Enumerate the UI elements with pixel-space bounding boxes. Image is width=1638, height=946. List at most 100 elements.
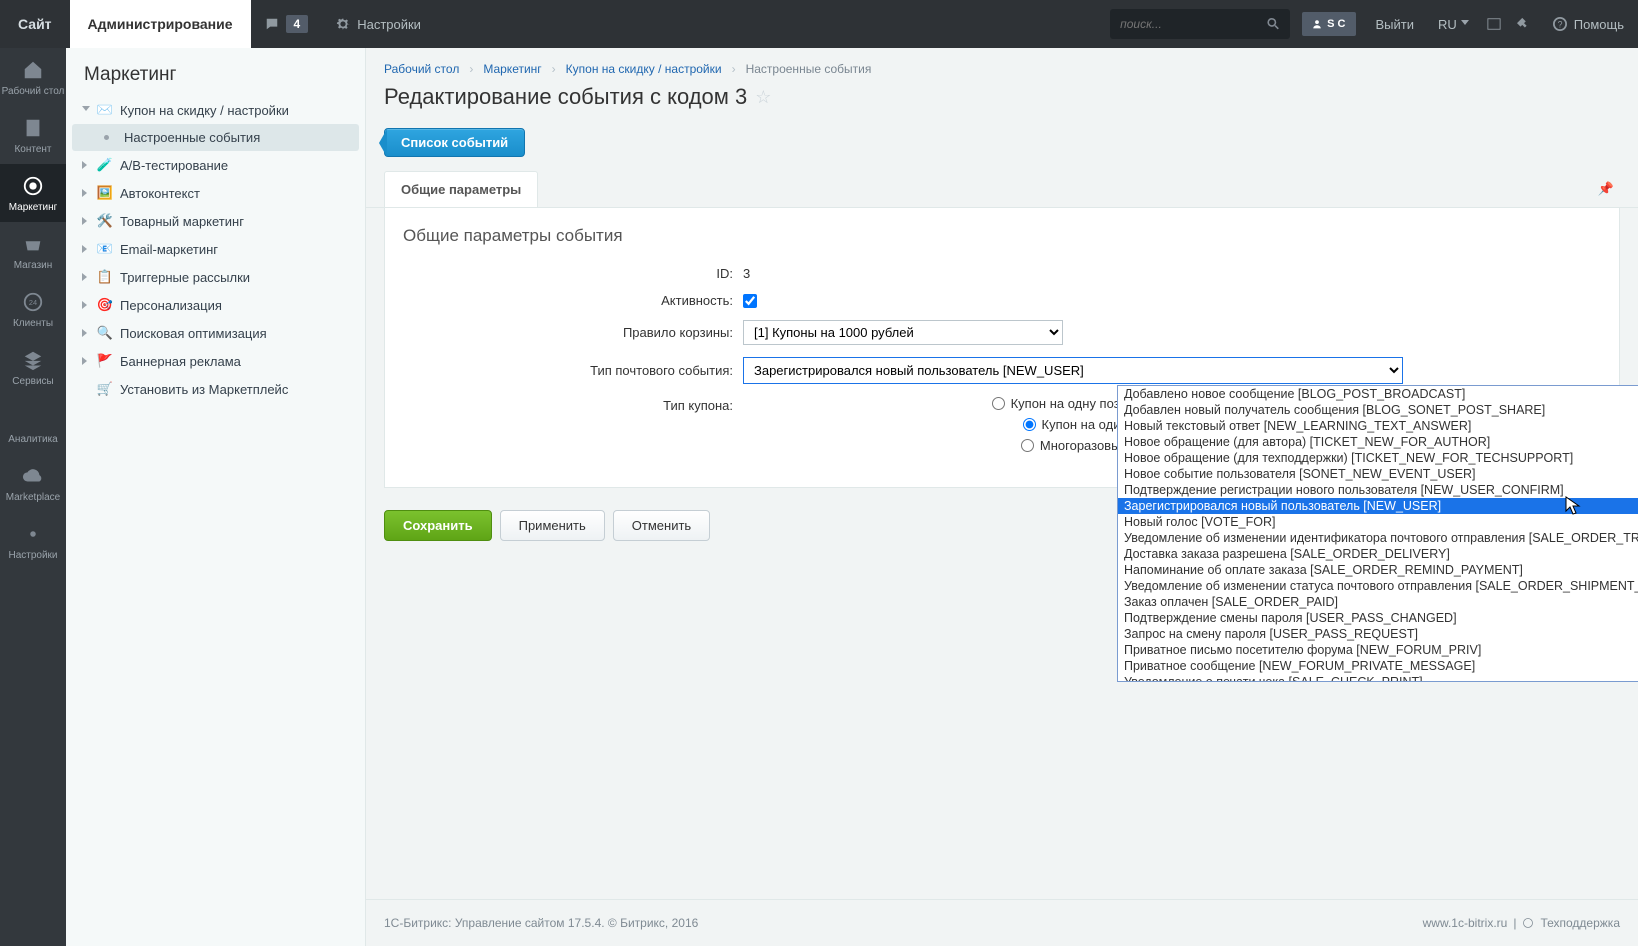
events-list-button[interactable]: Список событий (384, 128, 525, 157)
breadcrumb-marketing[interactable]: Маркетинг (483, 62, 541, 76)
cancel-button[interactable]: Отменить (613, 510, 710, 541)
logout-link[interactable]: Выйти (1362, 0, 1429, 48)
help-label: Помощь (1574, 17, 1624, 32)
apply-button[interactable]: Применить (500, 510, 605, 541)
chevron-right-icon (82, 217, 90, 225)
chevron-right-icon (82, 245, 90, 253)
iconbar: Рабочий стол Контент Маркетинг Магазин 2… (0, 48, 66, 946)
search-input[interactable] (1120, 17, 1267, 31)
pin-icon-button[interactable] (1509, 0, 1539, 48)
flag-icon: 🚩 (97, 353, 113, 369)
panel-heading: Общие параметры события (403, 226, 1601, 260)
tree-product-marketing[interactable]: 🛠️Товарный маркетинг (72, 207, 359, 235)
save-button[interactable]: Сохранить (384, 510, 492, 541)
notification-count: 4 (286, 15, 309, 33)
page-title: Редактирование события с кодом 3☆ (366, 82, 1638, 122)
support-icon (1522, 917, 1534, 929)
search-box[interactable] (1110, 9, 1290, 39)
tree-trigger-mail[interactable]: 📋Триггерные рассылки (72, 263, 359, 291)
dropdown-option[interactable]: Добавлено новое сообщение [BLOG_POST_BRO… (1118, 386, 1638, 402)
tabs-row: Общие параметры 📌 (366, 171, 1638, 208)
tree-ab-test[interactable]: 🧪A/B-тестирование (72, 151, 359, 179)
dropdown-option[interactable]: Приватное письмо посетителю форума [NEW_… (1118, 642, 1638, 658)
chevron-right-icon (82, 357, 90, 365)
tree-coupon[interactable]: ✉️Купон на скидку / настройки (72, 96, 359, 124)
help-button[interactable]: ? Помощь (1539, 0, 1638, 48)
iconbar-services[interactable]: Сервисы (0, 338, 66, 396)
footer-support-link[interactable]: Техподдержка (1540, 916, 1620, 930)
layers-icon (22, 349, 44, 371)
tree-label: Товарный маркетинг (120, 214, 244, 229)
chevron-right-icon (82, 189, 90, 197)
iconbar-marketplace[interactable]: Marketplace (0, 454, 66, 512)
breadcrumb-desktop[interactable]: Рабочий стол (384, 62, 459, 76)
help-icon: ? (1553, 17, 1567, 31)
dropdown-option[interactable]: Заказ оплачен [SALE_ORDER_PAID] (1118, 594, 1638, 610)
star-icon[interactable]: ☆ (755, 87, 771, 108)
dropdown-option[interactable]: Новый текстовый ответ [NEW_LEARNING_TEXT… (1118, 418, 1638, 434)
tab-general[interactable]: Общие параметры (384, 171, 538, 207)
dropdown-option[interactable]: Приватное сообщение [NEW_FORUM_PRIVATE_M… (1118, 658, 1638, 674)
dropdown-option[interactable]: Уведомление об изменении статуса почтово… (1118, 578, 1638, 594)
language-label: RU (1438, 17, 1457, 32)
iconbar-clients[interactable]: 24Клиенты (0, 280, 66, 338)
iconbar-shop[interactable]: Магазин (0, 222, 66, 280)
calendar-icon-button[interactable] (1479, 0, 1509, 48)
footer-site-link[interactable]: www.1c-bitrix.ru (1423, 916, 1508, 930)
settings-button[interactable]: Настройки (322, 0, 435, 48)
topbar: Сайт Администрирование 4 Настройки S C В… (0, 0, 1638, 48)
user-chip[interactable]: S C (1302, 12, 1355, 36)
tab-admin[interactable]: Администрирование (70, 0, 251, 48)
dropdown-option[interactable]: Новое событие пользователя [SONET_NEW_EV… (1118, 466, 1638, 482)
dropdown-option[interactable]: Запрос на смену пароля [USER_PASS_REQUES… (1118, 626, 1638, 642)
rule-select[interactable]: [1] Купоны на 1000 рублей (743, 320, 1063, 345)
language-dropdown[interactable]: RU (1428, 0, 1479, 48)
footer: 1С-Битрикс: Управление сайтом 17.5.4. © … (366, 899, 1638, 946)
dropdown-option[interactable]: Новое обращение (для автора) [TICKET_NEW… (1118, 434, 1638, 450)
iconbar-analytics[interactable]: Аналитика (0, 396, 66, 454)
pin-tabs-button[interactable]: 📌 (1592, 175, 1620, 203)
tree-autocontext[interactable]: 🖼️Автоконтекст (72, 179, 359, 207)
badge-icon: 🎯 (97, 297, 113, 313)
dropdown-option[interactable]: Напоминание об оплате заказа [SALE_ORDER… (1118, 562, 1638, 578)
iconbar-content[interactable]: Контент (0, 106, 66, 164)
sidepanel: Маркетинг ✉️Купон на скидку / настройки … (66, 48, 366, 946)
tab-site[interactable]: Сайт (0, 0, 70, 48)
iconbar-label: Сервисы (12, 376, 53, 387)
tree-personalization[interactable]: 🎯Персонализация (72, 291, 359, 319)
basket-icon (22, 233, 44, 255)
tree-configured-events[interactable]: Настроенные события (72, 124, 359, 151)
iconbar-settings[interactable]: Настройки (0, 512, 66, 570)
dropdown-option[interactable]: Доставка заказа разрешена [SALE_ORDER_DE… (1118, 546, 1638, 562)
dropdown-option[interactable]: Подтверждение регистрации нового пользов… (1118, 482, 1638, 498)
dropdown-option[interactable]: Зарегистрировался новый пользователь [NE… (1118, 498, 1638, 514)
mail-event-select[interactable]: Зарегистрировался новый пользователь [NE… (743, 357, 1403, 384)
iconbar-marketing[interactable]: Маркетинг (0, 164, 66, 222)
tree-install-marketplace[interactable]: 🛒Установить из Маркетплейс (72, 375, 359, 403)
mail-event-dropdown-list[interactable]: Добавлено новое сообщение [BLOG_POST_BRO… (1117, 385, 1638, 682)
tree-email-marketing[interactable]: 📧Email-маркетинг (72, 235, 359, 263)
gear-icon (22, 523, 44, 545)
svg-text:24: 24 (29, 298, 37, 307)
search-icon (1267, 17, 1280, 31)
iconbar-desktop[interactable]: Рабочий стол (0, 48, 66, 106)
notification-button[interactable]: 4 (251, 0, 323, 48)
pin-icon (1517, 17, 1531, 31)
user-initials: S C (1327, 18, 1345, 30)
settings-label: Настройки (357, 17, 421, 32)
breadcrumb: Рабочий стол› Маркетинг› Купон на скидку… (366, 48, 1638, 82)
dropdown-option[interactable]: Подтверждение смены пароля [USER_PASS_CH… (1118, 610, 1638, 626)
dropdown-option[interactable]: Новый голос [VOTE_FOR] (1118, 514, 1638, 530)
tree-seo[interactable]: 🔍Поисковая оптимизация (72, 319, 359, 347)
dropdown-option[interactable]: Новое обращение (для техподдержки) [TICK… (1118, 450, 1638, 466)
dropdown-option[interactable]: Добавлен новый получатель сообщения [BLO… (1118, 402, 1638, 418)
tree-banner[interactable]: 🚩Баннерная реклама (72, 347, 359, 375)
dropdown-option[interactable]: Уведомление о печати чека [SALE_CHECK_PR… (1118, 674, 1638, 682)
cart-icon: 🛒 (97, 381, 113, 397)
breadcrumb-coupon[interactable]: Купон на скидку / настройки (566, 62, 722, 76)
dropdown-option[interactable]: Уведомление об изменении идентификатора … (1118, 530, 1638, 546)
mail-event-label: Тип почтового события: (403, 363, 743, 378)
bullet-icon (104, 135, 109, 140)
chevron-right-icon (82, 301, 90, 309)
active-checkbox[interactable] (743, 294, 757, 308)
